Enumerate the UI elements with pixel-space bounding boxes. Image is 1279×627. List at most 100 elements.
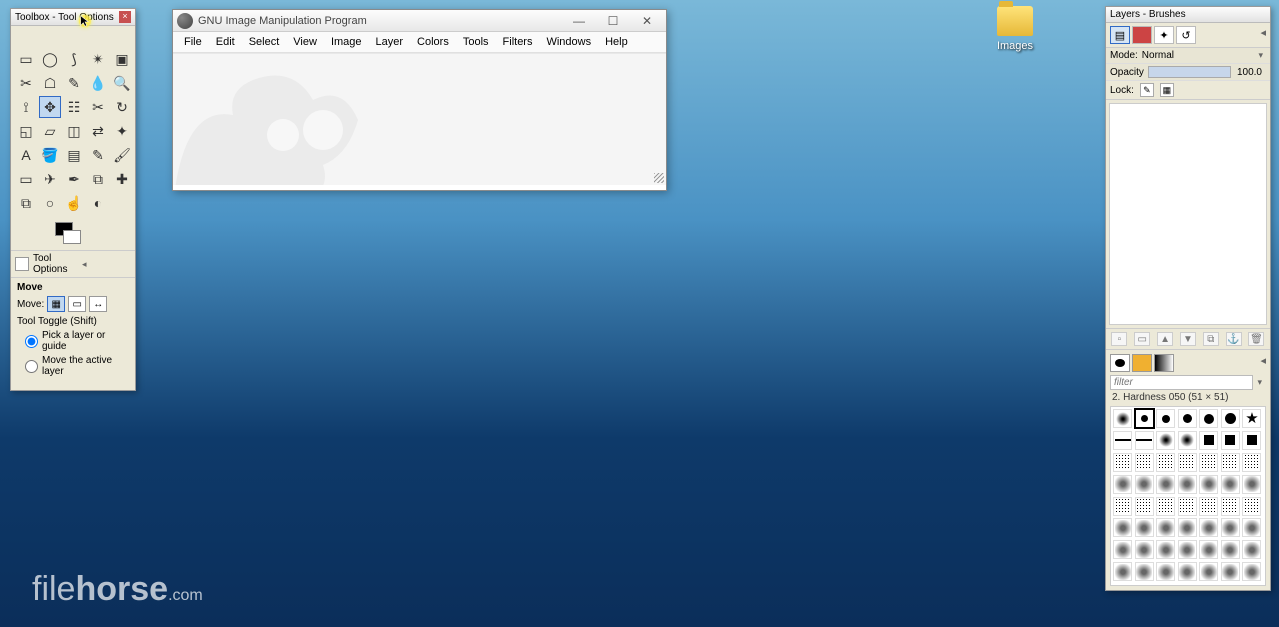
delete-layer-button[interactable]: 🗑 [1248, 332, 1264, 346]
tool-free-select[interactable]: ⟆ [63, 48, 85, 70]
tab-brushes[interactable] [1110, 354, 1130, 372]
brush-item[interactable] [1178, 518, 1197, 537]
brush-item[interactable] [1221, 475, 1240, 494]
duplicate-layer-button[interactable]: ⧉ [1203, 332, 1219, 346]
brush-item[interactable] [1221, 518, 1240, 537]
new-layer-button[interactable]: ▫ [1111, 332, 1127, 346]
tool-ellipse-select[interactable]: ◯ [39, 48, 61, 70]
brush-item[interactable] [1178, 431, 1197, 450]
brush-item[interactable] [1156, 475, 1175, 494]
brush-item[interactable] [1178, 497, 1197, 516]
tool-scale[interactable]: ◱ [15, 120, 37, 142]
brush-item[interactable] [1135, 562, 1154, 581]
brush-item[interactable] [1156, 453, 1175, 472]
brush-item[interactable] [1156, 409, 1175, 428]
move-path-button[interactable]: ↔ [89, 296, 107, 312]
brush-item[interactable] [1156, 497, 1175, 516]
tool-blur[interactable]: ○ [39, 192, 61, 214]
tool-airbrush[interactable]: ✈ [39, 168, 61, 190]
brush-item[interactable] [1135, 497, 1154, 516]
expand-icon[interactable]: ◂ [82, 259, 131, 270]
new-group-button[interactable]: ▭ [1134, 332, 1150, 346]
brush-item[interactable] [1178, 562, 1197, 581]
tool-scissors[interactable]: ✂ [15, 72, 37, 94]
brush-item[interactable] [1199, 475, 1218, 494]
tab-gradients[interactable] [1154, 354, 1174, 372]
menu-view[interactable]: View [286, 34, 324, 50]
menu-select[interactable]: Select [242, 34, 287, 50]
lock-alpha-button[interactable]: ▦ [1160, 83, 1174, 97]
tool-measure[interactable]: ⟟ [15, 96, 37, 118]
tab-undo[interactable]: ↺ [1176, 26, 1196, 44]
brush-item[interactable] [1178, 453, 1197, 472]
tool-crop[interactable]: ✂ [87, 96, 109, 118]
menu-windows[interactable]: Windows [539, 34, 598, 50]
brush-item[interactable] [1135, 453, 1154, 472]
brush-item[interactable] [1135, 540, 1154, 559]
brush-item[interactable] [1156, 562, 1175, 581]
brush-item[interactable] [1221, 409, 1240, 428]
brush-item[interactable] [1156, 518, 1175, 537]
brush-item[interactable] [1242, 518, 1261, 537]
brush-item[interactable] [1156, 540, 1175, 559]
brush-item[interactable] [1221, 453, 1240, 472]
brush-item[interactable] [1199, 431, 1218, 450]
brush-item[interactable] [1113, 475, 1132, 494]
lower-layer-button[interactable]: ▼ [1180, 332, 1196, 346]
brush-item[interactable] [1113, 518, 1132, 537]
minimize-button[interactable]: — [562, 11, 596, 31]
brush-item[interactable] [1242, 540, 1261, 559]
brush-item[interactable] [1242, 453, 1261, 472]
close-icon[interactable]: × [119, 11, 131, 23]
menu-layer[interactable]: Layer [369, 34, 411, 50]
brush-item[interactable] [1221, 540, 1240, 559]
mode-dropdown-icon[interactable]: ▾ [1255, 50, 1266, 61]
brush-item[interactable] [1178, 409, 1197, 428]
tool-cage[interactable]: ✦ [111, 120, 133, 142]
brush-item[interactable] [1242, 475, 1261, 494]
background-color-swatch[interactable] [63, 230, 81, 244]
tool-rect-select[interactable]: ▭ [15, 48, 37, 70]
brush-config-icon[interactable]: ◂ [1260, 354, 1266, 372]
tab-layers[interactable]: ▤ [1110, 26, 1130, 44]
tool-zoom[interactable]: 🔍 [111, 72, 133, 94]
brush-item[interactable] [1113, 453, 1132, 472]
tab-paths[interactable]: ✦ [1154, 26, 1174, 44]
resize-grip-icon[interactable] [654, 173, 664, 183]
brush-item[interactable]: ★ [1242, 409, 1261, 428]
tool-perspective[interactable]: ◫ [63, 120, 85, 142]
menu-file[interactable]: File [177, 34, 209, 50]
tool-align[interactable]: ☷ [63, 96, 85, 118]
tool-by-color-select[interactable]: ▣ [111, 48, 133, 70]
menu-help[interactable]: Help [598, 34, 635, 50]
brush-item[interactable] [1221, 431, 1240, 450]
tab-patterns[interactable] [1132, 354, 1152, 372]
radio-move-active-input[interactable] [25, 360, 38, 373]
brush-item[interactable] [1135, 431, 1154, 450]
brush-item[interactable] [1199, 497, 1218, 516]
brush-item[interactable] [1242, 562, 1261, 581]
tool-paths[interactable]: ✎ [63, 72, 85, 94]
brush-item[interactable] [1135, 475, 1154, 494]
brush-item[interactable] [1113, 431, 1132, 450]
brush-item[interactable] [1242, 431, 1261, 450]
brush-item[interactable] [1135, 409, 1154, 428]
tool-dodge-burn[interactable]: ◐ [87, 192, 109, 214]
tool-perspective-clone[interactable]: ⧉ [15, 192, 37, 214]
brush-item[interactable] [1178, 475, 1197, 494]
lock-pixels-button[interactable]: ✎ [1140, 83, 1154, 97]
rdock-title[interactable]: Layers - Brushes [1106, 7, 1270, 23]
desktop-folder-images[interactable]: Images [985, 6, 1045, 52]
brush-item[interactable] [1156, 431, 1175, 450]
brush-item[interactable] [1113, 540, 1132, 559]
menu-tools[interactable]: Tools [456, 34, 496, 50]
tool-smudge[interactable]: ☝ [63, 192, 85, 214]
move-layer-button[interactable]: ▦ [47, 296, 65, 312]
brush-item[interactable] [1221, 497, 1240, 516]
move-selection-button[interactable]: ▭ [68, 296, 86, 312]
brush-item[interactable] [1242, 497, 1261, 516]
brush-item[interactable] [1113, 497, 1132, 516]
main-titlebar[interactable]: GNU Image Manipulation Program — ☐ ✕ [173, 10, 666, 32]
brush-filter-dropdown-icon[interactable]: ▾ [1253, 377, 1266, 388]
close-button[interactable]: ✕ [630, 11, 664, 31]
